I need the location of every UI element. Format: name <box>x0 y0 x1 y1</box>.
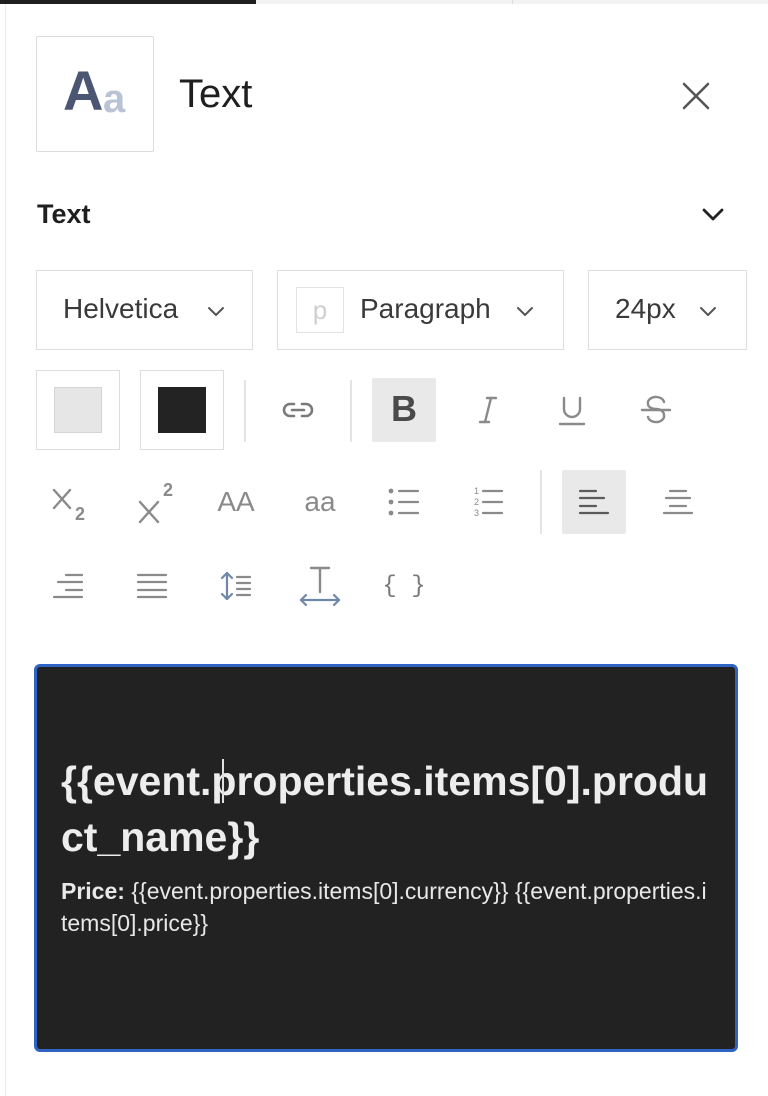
panel-title: Text <box>179 72 253 116</box>
bold-button[interactable]: B <box>372 378 436 442</box>
text-color-button[interactable] <box>140 370 224 450</box>
heading-content: {{event.properties.items[0].product_name… <box>61 758 709 860</box>
italic-icon <box>478 396 498 424</box>
align-center-icon <box>662 489 694 515</box>
chevron-down-icon <box>208 307 224 316</box>
editor-price-line[interactable]: Price: {{event.properties.items[0].curre… <box>61 875 711 939</box>
chevron-down-icon <box>517 307 533 316</box>
strikethrough-button[interactable] <box>624 378 688 442</box>
link-button[interactable] <box>266 378 330 442</box>
align-right-button[interactable] <box>36 554 100 618</box>
numbered-list-icon: 1 2 3 <box>474 486 504 518</box>
svg-text:B: B <box>391 390 417 429</box>
strikethrough-icon <box>640 395 672 424</box>
svg-text:2: 2 <box>163 480 173 500</box>
align-center-button[interactable] <box>646 470 710 534</box>
subscript-button[interactable]: 2 <box>36 470 100 534</box>
toolbar-divider <box>244 380 246 442</box>
font-size-dropdown[interactable]: 24px <box>588 270 747 350</box>
align-left-icon <box>578 489 610 515</box>
background-color-button[interactable] <box>36 370 120 450</box>
font-size-value: 24px <box>615 293 676 324</box>
italic-button[interactable] <box>456 378 520 442</box>
link-icon <box>282 402 314 418</box>
align-right-icon <box>52 573 84 599</box>
chevron-down-icon <box>700 307 716 316</box>
svg-text:3: 3 <box>474 508 479 518</box>
text-block-icon: A a <box>36 36 154 152</box>
toolbar-divider <box>540 470 542 534</box>
block-type-dropdown[interactable]: p Paragraph <box>277 270 564 350</box>
superscript-button[interactable]: 2 <box>120 470 184 534</box>
numbered-list-button[interactable]: 1 2 3 <box>456 470 520 534</box>
editor-heading-text[interactable]: {{event.properties.items[0].product_name… <box>61 753 711 865</box>
text-color-swatch <box>158 387 206 433</box>
uppercase-button[interactable]: AA <box>204 470 268 534</box>
bullet-list-button[interactable] <box>372 470 436 534</box>
curly-braces-icon: { } <box>382 572 426 600</box>
justify-button[interactable] <box>120 554 184 618</box>
letter-spacing-icon <box>299 566 341 607</box>
text-icon-big-letter: A <box>63 59 104 122</box>
text-cursor <box>222 759 224 803</box>
lowercase-label: aa <box>304 486 336 517</box>
underline-icon <box>558 396 586 426</box>
section-collapse-toggle[interactable] <box>696 198 730 232</box>
text-editor[interactable]: {{event.properties.items[0].product_name… <box>34 664 738 1052</box>
close-icon <box>682 82 710 110</box>
svg-text:2: 2 <box>75 504 85 524</box>
font-family-value: Helvetica <box>63 293 179 324</box>
toolbar-divider <box>350 380 352 442</box>
bold-icon: B <box>391 390 417 429</box>
subscript-icon: 2 <box>52 488 85 524</box>
section-title: Text <box>37 199 91 229</box>
svg-text:1: 1 <box>474 486 479 496</box>
background-color-swatch <box>54 387 102 433</box>
lowercase-button[interactable]: aa <box>288 470 352 534</box>
align-left-button[interactable] <box>562 470 626 534</box>
price-label: Price: <box>61 878 125 904</box>
text-icon-small-letter: a <box>103 77 126 121</box>
justify-icon <box>136 573 168 599</box>
letter-spacing-button[interactable] <box>288 554 352 618</box>
price-value: {{event.properties.items[0].currency}} {… <box>61 878 707 936</box>
close-button[interactable] <box>674 74 718 118</box>
bullet-list-icon <box>388 488 420 516</box>
font-family-dropdown[interactable]: Helvetica <box>36 270 253 350</box>
insert-variable-button[interactable]: { } <box>372 554 436 618</box>
uppercase-label: AA <box>217 486 255 517</box>
block-type-value: Paragraph <box>360 293 491 324</box>
line-height-button[interactable] <box>204 554 268 618</box>
underline-button[interactable] <box>540 378 604 442</box>
paragraph-icon: p <box>296 287 344 333</box>
superscript-icon: 2 <box>138 480 173 524</box>
chevron-down-icon <box>702 208 724 221</box>
line-height-icon <box>220 571 252 601</box>
svg-text:2: 2 <box>474 497 479 507</box>
